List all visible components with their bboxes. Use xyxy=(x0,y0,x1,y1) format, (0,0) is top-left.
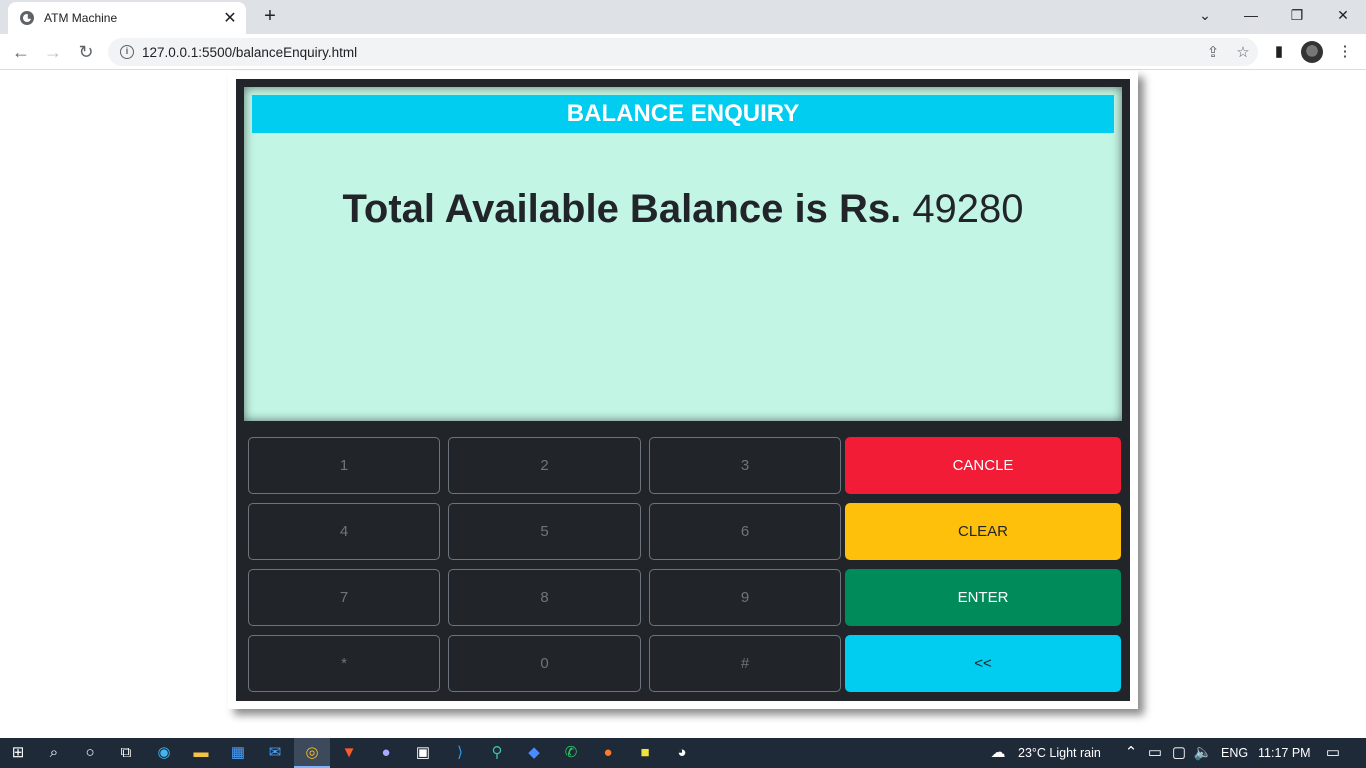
battery-icon[interactable]: ▭ xyxy=(1144,738,1166,768)
profile-avatar[interactable] xyxy=(1301,41,1323,63)
key-3[interactable]: 3 xyxy=(649,437,841,494)
bookmark-star-icon[interactable]: ☆ xyxy=(1228,43,1258,61)
tab-search-icon[interactable]: ⌄ xyxy=(1182,0,1228,30)
browser-tab-bar: ATM Machine ✕ + ⌄ — ❐ ✕ xyxy=(0,0,1366,34)
weather-text[interactable]: 23°C Light rain xyxy=(1018,738,1101,768)
dev-app-icon[interactable]: ◆ xyxy=(516,738,552,768)
close-tab-icon[interactable]: ✕ xyxy=(218,8,242,28)
brave-icon[interactable]: ▼ xyxy=(331,738,367,768)
app-icon[interactable]: ● xyxy=(368,738,404,768)
network-icon[interactable]: ▢ xyxy=(1168,738,1190,768)
back-arrow-icon[interactable]: ← xyxy=(8,39,34,65)
chrome-icon[interactable]: ◎ xyxy=(294,738,330,768)
github-icon[interactable]: ◕ xyxy=(664,738,700,768)
key-4[interactable]: 4 xyxy=(248,503,440,560)
intellij-icon[interactable]: ▣ xyxy=(405,738,441,768)
clear-button[interactable]: CLEAR xyxy=(845,503,1121,560)
forward-arrow-icon[interactable]: → xyxy=(40,39,66,65)
atm-body: BALANCE ENQUIRY Total Available Balance … xyxy=(236,79,1130,701)
key-7[interactable]: 7 xyxy=(248,569,440,626)
restore-button[interactable]: ❐ xyxy=(1274,0,1320,30)
volume-icon[interactable]: 🔈 xyxy=(1192,738,1214,768)
clock[interactable]: 11:17 PM xyxy=(1258,738,1311,768)
minimize-button[interactable]: — xyxy=(1228,0,1274,30)
windows-taskbar: ⊞ ⌕ ○ ⧉ ◉ ▬ ▦ ✉ ◎ ▼ ● ▣ ⟩ ⚲ ◆ ✆ ● ■ ◕ ☁ … xyxy=(0,738,1366,768)
language-indicator[interactable]: ENG xyxy=(1221,738,1248,768)
menu-kebab-icon[interactable]: ⋮ xyxy=(1334,42,1356,64)
weather-cloud-icon[interactable]: ☁ xyxy=(984,738,1012,768)
postman-icon[interactable]: ● xyxy=(590,738,626,768)
balance-message: Total Available Balance is Rs. 49280 xyxy=(244,187,1122,232)
edge-icon[interactable]: ◉ xyxy=(146,738,182,768)
key-hash[interactable]: # xyxy=(649,635,841,692)
key-1[interactable]: 1 xyxy=(248,437,440,494)
key-0[interactable]: 0 xyxy=(448,635,641,692)
notifications-icon[interactable]: ▭ xyxy=(1318,738,1348,768)
task-view-icon[interactable]: ⧉ xyxy=(108,738,144,768)
sticky-notes-icon[interactable]: ■ xyxy=(627,738,663,768)
atm-screen: BALANCE ENQUIRY Total Available Balance … xyxy=(244,87,1122,421)
new-tab-button[interactable]: + xyxy=(258,5,282,29)
cancel-button[interactable]: CANCLE xyxy=(845,437,1121,494)
file-explorer-icon[interactable]: ▬ xyxy=(183,738,219,768)
balance-label: Total Available Balance is Rs. xyxy=(342,187,902,231)
back-button[interactable]: << xyxy=(845,635,1121,692)
screen-title: BALANCE ENQUIRY xyxy=(252,95,1114,133)
key-8[interactable]: 8 xyxy=(448,569,641,626)
key-6[interactable]: 6 xyxy=(649,503,841,560)
browser-toolbar: ← → ↻ i 127.0.0.1:5500/balanceEnquiry.ht… xyxy=(0,34,1366,70)
side-panel-icon[interactable]: ▮ xyxy=(1268,42,1290,64)
atm-machine: BALANCE ENQUIRY Total Available Balance … xyxy=(228,71,1138,709)
store-icon[interactable]: ▦ xyxy=(220,738,256,768)
browser-tab[interactable]: ATM Machine ✕ xyxy=(8,2,246,34)
balance-value: 49280 xyxy=(912,187,1024,231)
windows-start-icon[interactable]: ⊞ xyxy=(0,738,36,768)
key-star[interactable]: * xyxy=(248,635,440,692)
mail-icon[interactable]: ✉ xyxy=(257,738,293,768)
address-bar[interactable]: i 127.0.0.1:5500/balanceEnquiry.html ⇪ ☆ xyxy=(108,38,1258,66)
share-icon[interactable]: ⇪ xyxy=(1198,43,1228,61)
vscode-icon[interactable]: ⟩ xyxy=(442,738,478,768)
tab-title: ATM Machine xyxy=(44,11,118,25)
close-window-button[interactable]: ✕ xyxy=(1320,0,1366,30)
whatsapp-icon[interactable]: ✆ xyxy=(553,738,589,768)
search-icon[interactable]: ⌕ xyxy=(36,738,72,768)
chevron-up-icon[interactable]: ⌃ xyxy=(1120,738,1142,768)
info-icon[interactable]: i xyxy=(120,45,134,59)
cortana-icon[interactable]: ○ xyxy=(72,738,108,768)
enter-button[interactable]: ENTER xyxy=(845,569,1121,626)
anaconda-icon[interactable]: ⚲ xyxy=(479,738,515,768)
url-text[interactable]: 127.0.0.1:5500/balanceEnquiry.html xyxy=(142,45,1198,60)
reload-icon[interactable]: ↻ xyxy=(73,39,99,65)
key-2[interactable]: 2 xyxy=(448,437,641,494)
globe-icon xyxy=(20,11,34,25)
key-5[interactable]: 5 xyxy=(448,503,641,560)
key-9[interactable]: 9 xyxy=(649,569,841,626)
